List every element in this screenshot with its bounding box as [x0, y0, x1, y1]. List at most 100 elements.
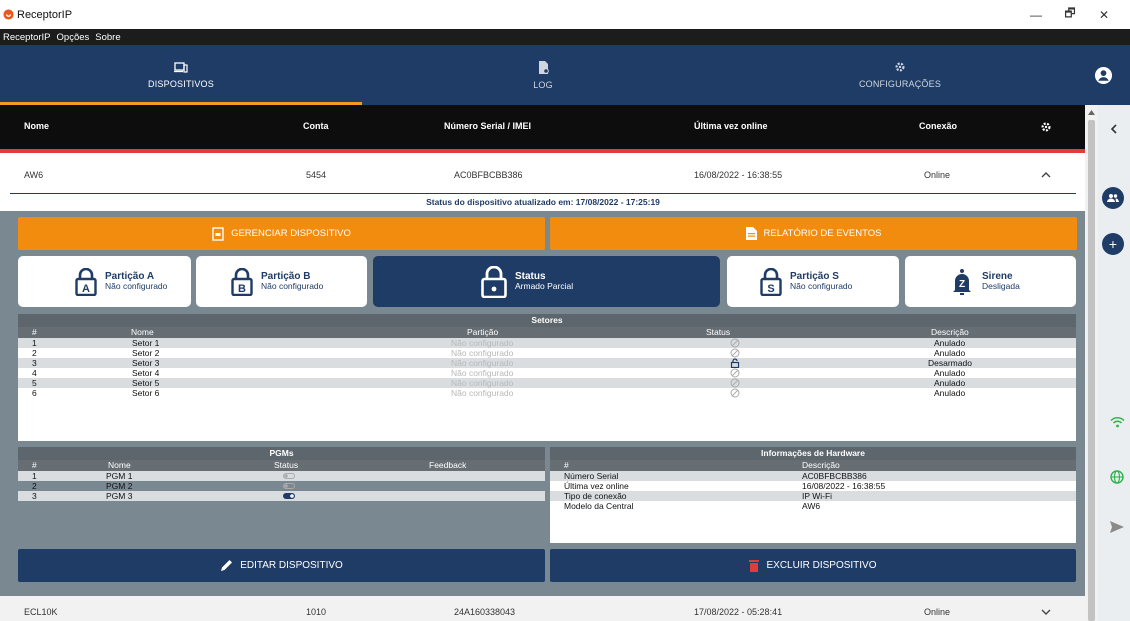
- partition-status: Não configurado: [261, 281, 324, 292]
- tab-dispositivos[interactable]: DISPOSITIVOS: [0, 45, 362, 105]
- toggle-off-icon[interactable]: [283, 473, 295, 479]
- toggle-off-icon[interactable]: [283, 483, 295, 489]
- tab-label: DISPOSITIVOS: [148, 78, 214, 89]
- minimize-button[interactable]: —: [1021, 0, 1051, 29]
- chevron-left-icon[interactable]: [1110, 124, 1117, 134]
- chevron-down-icon[interactable]: [1041, 609, 1051, 616]
- table-row[interactable]: 1 Setor 1 Não configurado Anulado: [18, 338, 1076, 348]
- device-connection: Online: [924, 170, 951, 180]
- event-report-button[interactable]: RELATÓRIO DE EVENTOS: [550, 217, 1077, 250]
- device-last-online: 16/08/2022 - 16:38:55: [694, 170, 783, 180]
- col-serial[interactable]: Número Serial / IMEI: [444, 121, 531, 131]
- siren-status: Desligada: [982, 281, 1020, 292]
- table-row[interactable]: 2 Setor 2 Não configurado Anulado: [18, 348, 1076, 358]
- blocked-icon: [730, 378, 740, 388]
- edit-device-label: EDITAR DISPOSITIVO: [240, 560, 343, 571]
- sectors-caption: Setores: [18, 314, 1076, 327]
- blocked-icon: [730, 388, 740, 398]
- svg-text:B: B: [238, 283, 246, 295]
- add-icon[interactable]: +: [1102, 233, 1124, 255]
- blocked-icon: [730, 348, 740, 358]
- svg-text:S: S: [767, 283, 774, 295]
- table-row[interactable]: 1 PGM 1: [18, 471, 545, 481]
- chevron-up-icon[interactable]: [1041, 171, 1051, 178]
- sectors-header: # Nome Partição Status Descrição: [18, 327, 1076, 338]
- table-row: Tipo de conexão IP Wi-Fi: [550, 491, 1076, 501]
- svg-text:A: A: [82, 283, 90, 295]
- file-log-icon: [538, 60, 549, 74]
- manage-device-button[interactable]: GERENCIAR DISPOSITIVO: [18, 217, 545, 250]
- pgms-caption: PGMs: [18, 447, 545, 460]
- hardware-info-table: Informações de Hardware # Descrição Núme…: [550, 447, 1076, 543]
- system-status-card[interactable]: Status Armado Parcial: [373, 256, 720, 307]
- col-nome[interactable]: Nome: [24, 121, 49, 131]
- col-last-online[interactable]: Última vez online: [694, 121, 768, 131]
- group-icon[interactable]: [1102, 187, 1124, 209]
- device-table-header: Nome Conta Número Serial / IMEI Última v…: [0, 105, 1085, 150]
- svg-text:Z: Z: [959, 279, 965, 290]
- title-bar: ReceptorIP — 🗗 ✕: [0, 0, 1130, 29]
- table-row: Última vez online 16/08/2022 - 16:38:55: [564, 481, 886, 491]
- edit-device-button[interactable]: EDITAR DISPOSITIVO: [18, 549, 545, 582]
- tab-label: CONFIGURAÇÕES: [858, 79, 942, 89]
- manage-device-label: GERENCIAR DISPOSITIVO: [231, 228, 351, 239]
- maximize-button[interactable]: 🗗: [1055, 0, 1085, 29]
- partition-card-s[interactable]: S Partição S Não configurado: [727, 256, 899, 307]
- partition-status: Não configurado: [790, 281, 853, 292]
- padlock-icon: A: [75, 267, 97, 296]
- sectors-table: Setores # Nome Partição Status Descrição…: [18, 314, 1076, 441]
- device-account: 1010: [306, 607, 327, 617]
- partition-status: Não configurado: [105, 281, 168, 292]
- device-row[interactable]: AW6 5454 AC0BFBCBB386 16/08/2022 - 16:38…: [0, 157, 1085, 193]
- scrollbar-thumb[interactable]: [1088, 120, 1095, 621]
- status-updated-text: Status do dispositivo atualizado em: 17/…: [10, 193, 1076, 211]
- device-manage-icon: [212, 226, 224, 241]
- tab-log[interactable]: LOG: [362, 45, 724, 105]
- report-icon: [745, 227, 757, 240]
- wifi-icon: [1110, 416, 1125, 428]
- col-conta[interactable]: Conta: [303, 121, 329, 131]
- send-icon: [1110, 521, 1124, 533]
- device-name: ECL10K: [24, 607, 58, 617]
- pencil-icon: [221, 560, 233, 571]
- device-name: AW6: [24, 170, 44, 180]
- header-divider: [0, 149, 1085, 153]
- table-row[interactable]: 2 PGM 2: [18, 481, 545, 491]
- device-account: 5454: [306, 170, 327, 180]
- hardware-caption: Informações de Hardware: [550, 447, 1076, 460]
- table-row[interactable]: 6 Setor 6 Não configurado Anulado: [18, 388, 1076, 398]
- side-panel: [1098, 105, 1130, 621]
- gear-icon[interactable]: [1040, 121, 1052, 133]
- menu-sobre[interactable]: Sobre: [95, 32, 120, 43]
- nav-bar: DISPOSITIVOS LOG CONFIGURAÇÕES: [0, 45, 1130, 105]
- table-row[interactable]: 3 Setor 3 Não configurado Desarmado: [18, 358, 1076, 368]
- table-row: Número Serial AC0BFBCBB386: [550, 471, 1076, 481]
- delete-device-button[interactable]: EXCLUIR DISPOSITIVO: [550, 549, 1076, 582]
- window-title: ReceptorIP: [17, 8, 73, 21]
- scroll-up-icon[interactable]: [1088, 110, 1095, 115]
- device-row[interactable]: ECL10K 1010 24A160338043 17/08/2022 - 05…: [0, 596, 1085, 621]
- close-button[interactable]: ✕: [1089, 0, 1119, 29]
- unlocked-padlock-icon: [730, 358, 740, 368]
- tab-label: LOG: [533, 79, 553, 90]
- col-conexao[interactable]: Conexão: [919, 121, 957, 131]
- partition-card-b[interactable]: B Partição B Não configurado: [196, 256, 367, 307]
- profile-button[interactable]: [1076, 45, 1130, 105]
- siren-bell-icon: Z: [953, 268, 971, 295]
- menu-opcoes[interactable]: Opções: [57, 32, 90, 43]
- table-row[interactable]: 4 Setor 4 Não configurado Anulado: [18, 368, 1076, 378]
- globe-icon: [1110, 470, 1124, 484]
- menu-receptorip[interactable]: ReceptorIP: [3, 32, 51, 43]
- event-report-label: RELATÓRIO DE EVENTOS: [763, 228, 882, 239]
- table-row[interactable]: 5 Setor 5 Não configurado Anulado: [18, 378, 1076, 388]
- device-serial: AC0BFBCBB386: [454, 170, 523, 180]
- siren-card[interactable]: Z Sirene Desligada: [905, 256, 1076, 307]
- partition-card-a[interactable]: A Partição A Não configurado: [18, 256, 191, 307]
- toggle-on-icon[interactable]: [283, 493, 295, 499]
- hardware-header: # Descrição: [550, 460, 1076, 471]
- blocked-icon: [730, 368, 740, 378]
- tab-configuracoes[interactable]: CONFIGURAÇÕES: [724, 45, 1076, 105]
- device-last-online: 17/08/2022 - 05:28:41: [694, 607, 783, 617]
- table-row[interactable]: 3 PGM 3: [18, 491, 545, 501]
- padlock-icon: [481, 265, 507, 298]
